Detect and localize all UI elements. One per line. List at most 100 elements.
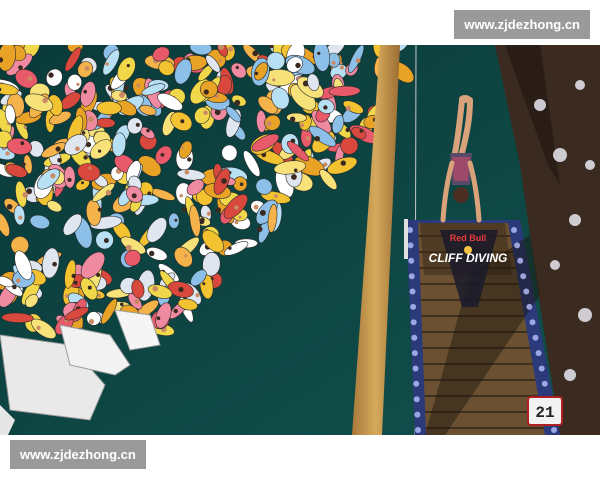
spectator [97, 293, 102, 298]
spectator [146, 128, 150, 133]
spectator [180, 119, 185, 124]
spectator [27, 76, 33, 81]
platform-ornament [535, 350, 542, 357]
spectator [234, 99, 241, 106]
spectator [323, 105, 328, 110]
spectator [289, 116, 296, 122]
platform-ornament [411, 334, 418, 341]
spectator [67, 177, 72, 182]
spectator [152, 286, 159, 292]
spectator [359, 129, 364, 133]
platform-ornament [523, 288, 530, 295]
spectator [15, 278, 21, 283]
spectator [23, 125, 27, 129]
spectator [300, 123, 304, 128]
spectator [160, 153, 165, 157]
platform-ornament [514, 242, 521, 249]
spectator [81, 181, 84, 185]
platform-ornament [526, 303, 533, 310]
spectator [355, 58, 361, 63]
spectator [254, 71, 259, 76]
spectator [239, 182, 244, 186]
platform-ornament [414, 411, 421, 418]
spectator [42, 97, 48, 104]
platform-ornament [541, 380, 548, 387]
spectator [126, 64, 130, 68]
spectator [174, 218, 178, 222]
spectator [238, 215, 242, 219]
spectator [305, 136, 311, 141]
spectator [18, 215, 23, 220]
boat [168, 212, 180, 229]
spectator [253, 204, 259, 210]
platform-ornament [410, 319, 417, 326]
spectator [103, 238, 109, 243]
platform-ornament [411, 350, 418, 357]
spectator [75, 146, 80, 151]
platform-ornament [413, 396, 420, 403]
spectator [339, 65, 344, 70]
spectator [218, 59, 222, 63]
spectator [228, 246, 232, 250]
spectator [136, 83, 141, 88]
spectator [184, 254, 188, 258]
spectator [317, 51, 321, 55]
cliff-diving-photo: Red Bull CLIFF DIVING 21 [0, 45, 600, 435]
spectator [21, 162, 26, 167]
spectator [215, 207, 221, 213]
spectator [36, 325, 41, 330]
spectator [88, 116, 94, 123]
spectator [71, 273, 76, 279]
spectator [314, 136, 320, 142]
spectator [195, 293, 200, 298]
platform-ornament [529, 319, 536, 326]
spectator [181, 206, 188, 212]
boat [96, 100, 122, 116]
spectator [252, 50, 259, 57]
platform-ornament [407, 242, 414, 249]
spectator [52, 261, 57, 267]
platform-ornament [408, 257, 415, 264]
spectator [84, 66, 90, 71]
spectator [105, 62, 109, 66]
spectator [156, 316, 161, 321]
platform-ornament [410, 303, 417, 310]
spectator [105, 189, 112, 196]
spectator [98, 149, 102, 153]
spectator [83, 155, 88, 160]
platform-ornament [520, 273, 527, 280]
platform-ornament [538, 365, 545, 372]
spectator [274, 194, 278, 198]
watermark-top: www.zjdezhong.cn [454, 10, 590, 39]
spectator [6, 204, 13, 210]
spectator [345, 127, 350, 133]
spectator [202, 282, 206, 286]
spectator [97, 207, 102, 212]
spectator [123, 85, 129, 91]
spectator [55, 146, 61, 152]
platform-ornament [408, 273, 415, 280]
spectator [179, 194, 183, 198]
platform-ornament [517, 257, 524, 264]
photo-scene: Red Bull CLIFF DIVING 21 [0, 45, 600, 435]
platform-ornament [412, 365, 419, 372]
spectator [181, 146, 185, 150]
spectator [50, 173, 56, 179]
spectator [266, 120, 272, 127]
spectator [234, 205, 239, 210]
spectator [81, 131, 86, 135]
spectator [291, 174, 297, 180]
spectator [135, 122, 140, 127]
spectator [206, 211, 212, 216]
height-counter: 21 [527, 396, 563, 426]
spectator [184, 170, 190, 175]
spectator [88, 166, 92, 170]
spectator [178, 286, 184, 293]
spectator [259, 209, 266, 216]
spectator [187, 157, 192, 162]
platform-ornament [413, 380, 420, 387]
spectator [200, 217, 205, 222]
spectator [149, 250, 155, 257]
platform-ornament [511, 227, 517, 233]
spectator [57, 158, 62, 163]
